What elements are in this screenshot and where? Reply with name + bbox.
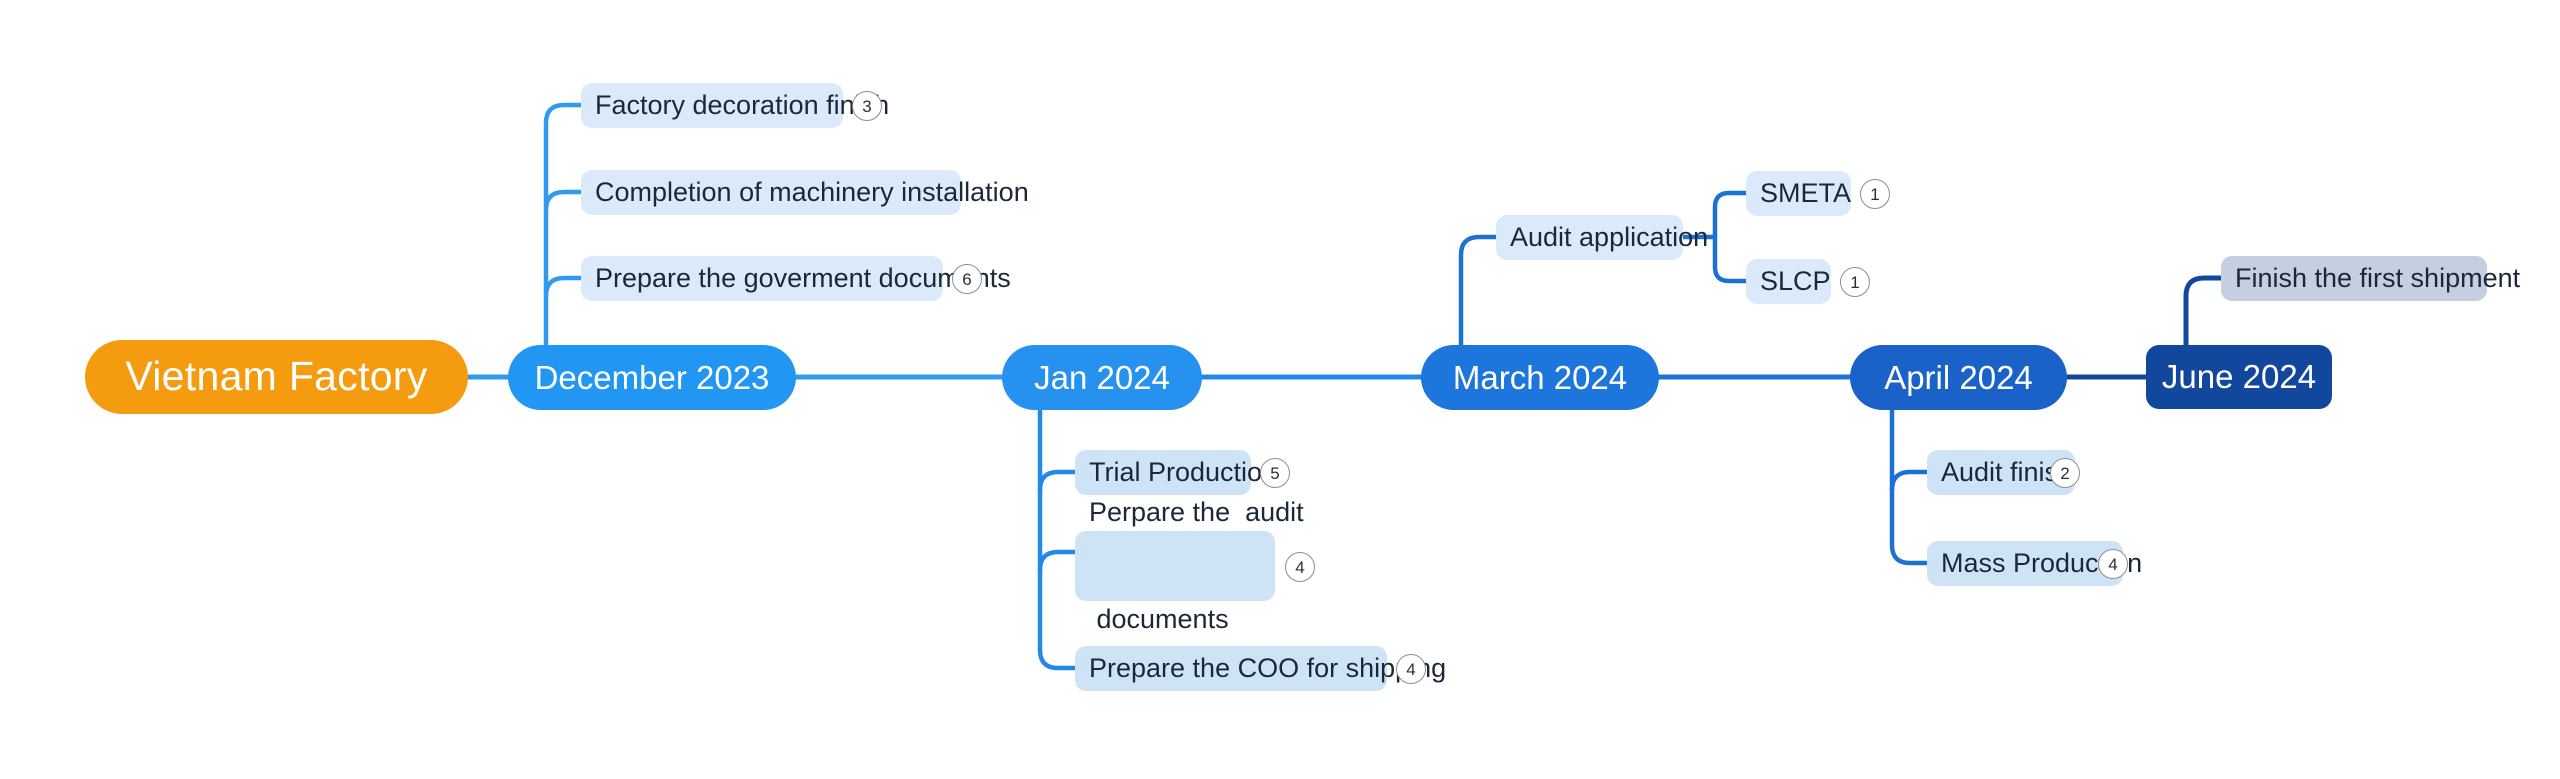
link-jan-to-child-3	[1037, 405, 1076, 671]
leaf-node-prepare-the-coo-for-shipping[interactable]: Prepare the COO for shipping	[1075, 646, 1446, 691]
leaf-label-finish-the-first-shipment: Finish the first shipment	[2235, 262, 2521, 293]
leaf-node-smeta[interactable]: SMETA	[1746, 171, 1851, 216]
badge-value: 4	[1406, 659, 1416, 679]
link-jan-to-child-2	[1037, 549, 1076, 571]
leaf-label-perpare-the-audit-documents-line2: documents	[1089, 603, 1229, 634]
stage-label-jan-2024: Jan 2024	[1034, 358, 1170, 396]
leaf-node-audit-application[interactable]: Audit application	[1496, 215, 1708, 260]
badge-prepare-the-coo-for-shipping: 4	[1396, 654, 1426, 684]
leaf-node-finish-the-first-shipment[interactable]: Finish the first shipment	[2221, 256, 2520, 301]
root-node-label: Vietnam Factory	[125, 353, 428, 400]
stage-node-december-2023[interactable]: December 2023	[508, 345, 796, 410]
link-audit-to-smeta	[1712, 190, 1747, 208]
leaf-label-factory-decoration-finish: Factory decoration finish	[595, 89, 890, 120]
mindmap-canvas: Vietnam Factory December 2023 Jan 2024 M…	[0, 0, 2560, 779]
leaf-node-perpare-the-audit-documents[interactable]: Perpare the audit documents	[1075, 497, 1304, 634]
badge-mass-production: 4	[2098, 549, 2128, 579]
stage-node-jan-2024[interactable]: Jan 2024	[1002, 345, 1202, 410]
leaf-label-slcp: SLCP	[1760, 265, 1831, 296]
badge-value: 1	[1850, 272, 1860, 292]
link-april-to-child-2	[1889, 405, 1928, 566]
badge-slcp: 1	[1840, 267, 1870, 297]
stage-node-june-2024[interactable]: June 2024	[2146, 345, 2332, 409]
badge-audit-finish: 2	[2050, 458, 2080, 488]
link-audit-to-slcp	[1712, 266, 1747, 284]
leaf-node-completion-of-machinery-installation[interactable]: Completion of machinery installation	[581, 170, 1029, 215]
badge-perpare-the-audit-documents: 4	[1285, 552, 1315, 582]
leaf-label-prepare-the-goverment-documents: Prepare the goverment documents	[595, 262, 1011, 293]
leaf-node-prepare-the-goverment-documents[interactable]: Prepare the goverment documents	[581, 256, 1011, 301]
stage-label-december-2023: December 2023	[534, 358, 770, 396]
stage-label-april-2024: April 2024	[1884, 358, 2033, 396]
link-december-to-child-1	[543, 102, 582, 350]
badge-value: 1	[1870, 184, 1880, 204]
leaf-node-mass-production[interactable]: Mass Production	[1927, 541, 2142, 586]
stage-label-march-2024: March 2024	[1452, 358, 1628, 396]
stage-label-june-2024: June 2024	[2161, 358, 2317, 396]
badge-smeta: 1	[1860, 179, 1890, 209]
stage-node-march-2024[interactable]: March 2024	[1421, 345, 1659, 410]
badge-value: 4	[1295, 557, 1305, 577]
stage-node-april-2024[interactable]: April 2024	[1850, 345, 2067, 410]
link-december-to-child-2	[543, 189, 582, 211]
badge-factory-decoration-finish: 3	[852, 91, 882, 121]
leaf-node-slcp[interactable]: SLCP	[1746, 259, 1831, 304]
leaf-node-factory-decoration-finish[interactable]: Factory decoration finish	[581, 83, 889, 128]
link-december-to-child-3	[543, 275, 582, 297]
root-node-vietnam-factory[interactable]: Vietnam Factory	[85, 340, 468, 414]
link-jan-to-child-1	[1037, 469, 1076, 491]
badge-value: 2	[2060, 463, 2070, 483]
link-june-to-child-1	[2183, 275, 2222, 348]
leaf-label-completion-of-machinery-installation: Completion of machinery installation	[595, 176, 1029, 207]
leaf-label-prepare-the-coo-for-shipping: Prepare the COO for shipping	[1089, 652, 1447, 683]
link-april-to-child-1	[1889, 469, 1928, 491]
badge-prepare-the-goverment-documents: 6	[952, 264, 982, 294]
badge-value: 3	[862, 96, 872, 116]
leaf-label-perpare-the-audit-documents-line1: Perpare the audit	[1089, 496, 1304, 527]
leaf-label-smeta: SMETA	[1760, 177, 1852, 208]
link-march-to-audit-application	[1458, 234, 1497, 350]
badge-value: 4	[2108, 554, 2118, 574]
leaf-label-audit-application: Audit application	[1510, 221, 1709, 252]
badge-value: 6	[962, 269, 972, 289]
